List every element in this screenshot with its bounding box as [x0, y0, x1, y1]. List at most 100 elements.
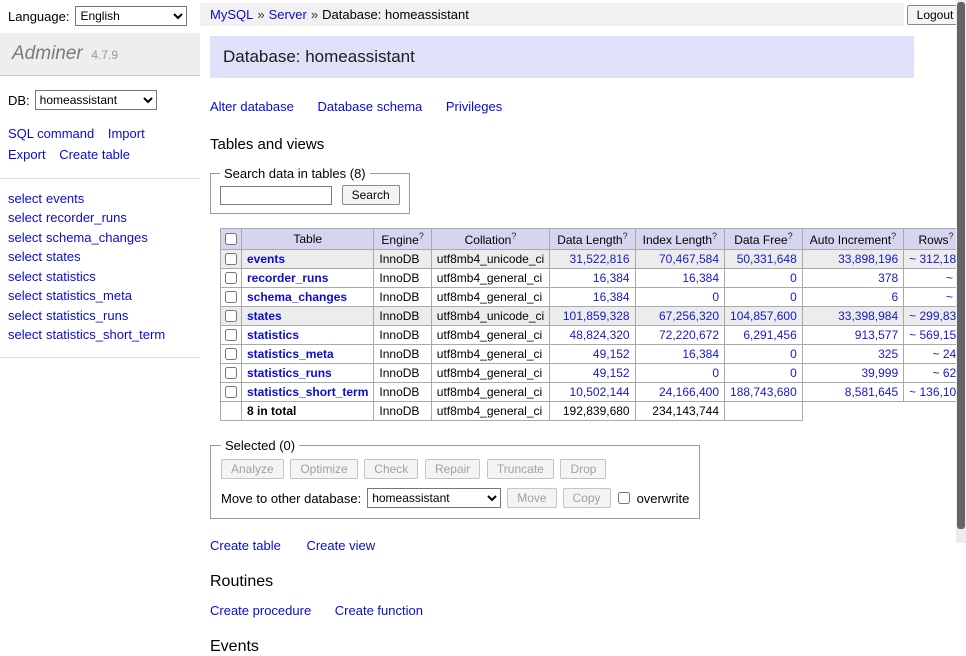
overwrite-checkbox[interactable] — [618, 492, 630, 504]
auto-increment-link[interactable]: 33,398,984 — [838, 309, 898, 323]
auto-increment-link[interactable]: 325 — [878, 347, 898, 361]
index-length-link[interactable]: 67,256,320 — [659, 309, 719, 323]
data-length-link[interactable]: 49,152 — [593, 366, 630, 380]
selected-fieldset: Selected (0) Analyze Optimize Check Repa… — [210, 438, 700, 519]
table-link-states[interactable]: states — [247, 309, 282, 323]
index-length-link[interactable]: 16,384 — [682, 271, 719, 285]
help-icon[interactable]: ? — [419, 231, 424, 241]
help-icon[interactable]: ? — [891, 231, 896, 241]
table-link-statistics-runs[interactable]: statistics_runs — [247, 366, 332, 380]
data-length-link[interactable]: 10,502,144 — [570, 385, 630, 399]
auto-increment-link[interactable]: 6 — [891, 290, 898, 304]
table-link-recorder-runs[interactable]: recorder_runs — [247, 271, 328, 285]
index-length-link[interactable]: 24,166,400 — [659, 385, 719, 399]
data-free-link[interactable]: 0 — [790, 366, 797, 380]
data-length-link[interactable]: 31,522,816 — [570, 252, 630, 266]
logout-button[interactable]: Logout — [907, 5, 964, 25]
data-length-link[interactable]: 49,152 — [593, 347, 630, 361]
checkbox-recorder-runs[interactable] — [225, 272, 237, 284]
auto-increment-link[interactable]: 8,581,645 — [845, 385, 898, 399]
database-actions: Alter database Database schema Privilege… — [210, 99, 914, 114]
help-icon[interactable]: ? — [949, 231, 954, 241]
rows-count-link[interactable]: ~ 136,108 — [909, 385, 963, 399]
table-link-statistics[interactable]: statistics — [247, 328, 299, 342]
help-icon[interactable]: ? — [623, 231, 628, 241]
checkbox-statistics-runs[interactable] — [225, 367, 237, 379]
data-length-link[interactable]: 101,859,328 — [563, 309, 630, 323]
checkbox-statistics-meta[interactable] — [225, 348, 237, 360]
import-link[interactable]: Import — [108, 124, 145, 145]
data-length-link[interactable]: 16,384 — [593, 290, 630, 304]
vertical-scrollbar[interactable] — [956, 0, 966, 543]
sidebar-select-statistics[interactable]: selectstatistics — [8, 269, 96, 284]
rows-count-link[interactable]: ~ 299,833 — [909, 309, 963, 323]
index-length-link[interactable]: 16,384 — [682, 347, 719, 361]
db-select[interactable]: homeassistant — [35, 90, 157, 110]
breadcrumb-server[interactable]: Server — [269, 7, 307, 22]
checkbox-schema-changes[interactable] — [225, 291, 237, 303]
checkbox-statistics[interactable] — [225, 329, 237, 341]
privileges-link[interactable]: Privileges — [446, 99, 502, 114]
auto-increment-link[interactable]: 33,898,196 — [838, 252, 898, 266]
sidebar-select-states[interactable]: selectstates — [8, 249, 81, 264]
checkbox-states[interactable] — [225, 310, 237, 322]
create-function-link[interactable]: Create function — [335, 603, 423, 618]
create-view-link[interactable]: Create view — [306, 538, 375, 553]
breadcrumb-current: Database: homeassistant — [322, 7, 469, 22]
sql-command-link[interactable]: SQL command — [8, 124, 94, 145]
checkbox-statistics-short-term[interactable] — [225, 386, 237, 398]
table-link-schema-changes[interactable]: schema_changes — [247, 290, 347, 304]
sidebar-select-statistics-meta[interactable]: selectstatistics_meta — [8, 288, 132, 303]
create-table-link-sidebar[interactable]: Create table — [59, 145, 130, 166]
auto-increment-link[interactable]: 39,999 — [861, 366, 898, 380]
scrollbar-thumb[interactable] — [957, 2, 965, 529]
sidebar-select-recorder-runs[interactable]: selectrecorder_runs — [8, 210, 127, 225]
sidebar-select-events[interactable]: selectevents — [8, 191, 84, 206]
truncate-button: Truncate — [487, 459, 554, 479]
help-icon[interactable]: ? — [788, 231, 793, 241]
table-link-statistics-meta[interactable]: statistics_meta — [247, 347, 334, 361]
data-free-link[interactable]: 104,857,600 — [730, 309, 797, 323]
index-length-link[interactable]: 70,467,584 — [659, 252, 719, 266]
engine-cell: InnoDB — [374, 269, 431, 288]
data-length-link[interactable]: 16,384 — [593, 271, 630, 285]
auto-increment-link[interactable]: 913,577 — [855, 328, 898, 342]
create-procedure-link[interactable]: Create procedure — [210, 603, 311, 618]
header-data-length: Data Length? — [550, 229, 635, 250]
create-table-link[interactable]: Create table — [210, 538, 281, 553]
page-title: Database: homeassistant — [210, 36, 914, 78]
index-length-link[interactable]: 0 — [712, 366, 719, 380]
alter-database-link[interactable]: Alter database — [210, 99, 294, 114]
auto-increment-link[interactable]: 378 — [878, 271, 898, 285]
data-free-link[interactable]: 0 — [790, 347, 797, 361]
export-link[interactable]: Export — [8, 145, 46, 166]
database-schema-link[interactable]: Database schema — [317, 99, 422, 114]
help-icon[interactable]: ? — [712, 231, 717, 241]
tables-overview-table: Table Engine? Collation? Data Length? In… — [220, 228, 966, 421]
index-length-link[interactable]: 0 — [712, 290, 719, 304]
table-link-statistics-short-term[interactable]: statistics_short_term — [247, 385, 368, 399]
table-header-row: Table Engine? Collation? Data Length? In… — [221, 229, 966, 250]
rows-count-link[interactable]: ~ 312,180 — [909, 252, 963, 266]
collation-cell: utf8mb4_general_ci — [431, 326, 549, 345]
sidebar-select-statistics-runs[interactable]: selectstatistics_runs — [8, 308, 128, 323]
search-input[interactable] — [220, 186, 332, 205]
move-db-select[interactable]: homeassistant — [367, 488, 501, 508]
data-length-link[interactable]: 48,824,320 — [570, 328, 630, 342]
breadcrumb-mysql[interactable]: MySQL — [210, 7, 253, 22]
select-all-checkbox[interactable] — [225, 233, 237, 245]
sidebar-select-schema-changes[interactable]: selectschema_changes — [8, 230, 148, 245]
table-link-events[interactable]: events — [247, 252, 285, 266]
index-length-link[interactable]: 72,220,672 — [659, 328, 719, 342]
help-icon[interactable]: ? — [511, 231, 516, 241]
sidebar-select-statistics-short-term[interactable]: selectstatistics_short_term — [8, 327, 165, 342]
data-free-link[interactable]: 6,291,456 — [743, 328, 796, 342]
language-select[interactable]: English — [75, 6, 187, 26]
data-free-link[interactable]: 0 — [790, 290, 797, 304]
data-free-link[interactable]: 0 — [790, 271, 797, 285]
data-free-link[interactable]: 50,331,648 — [737, 252, 797, 266]
rows-count-link[interactable]: ~ 569,159 — [909, 328, 963, 342]
data-free-link[interactable]: 188,743,680 — [730, 385, 797, 399]
checkbox-events[interactable] — [225, 253, 237, 265]
search-button[interactable]: Search — [342, 185, 400, 205]
